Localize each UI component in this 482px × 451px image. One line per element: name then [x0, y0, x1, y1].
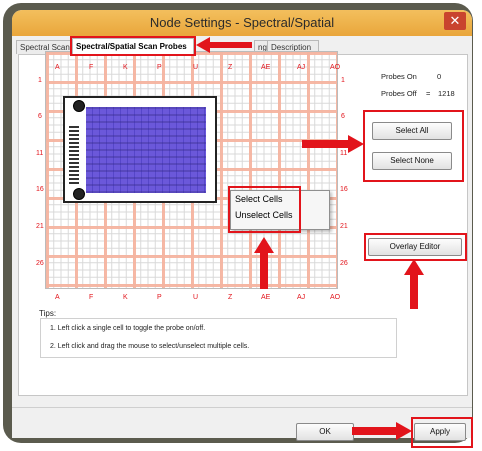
col-label: K [123, 294, 128, 301]
arrow-icon [254, 237, 274, 289]
circuit-board-overlay [63, 96, 217, 203]
tip-line: 1. Left click a single cell to toggle th… [50, 325, 206, 332]
highlight-box-context-menu [228, 186, 301, 233]
selected-probe-region [86, 107, 206, 193]
col-label: Z [228, 294, 233, 301]
col-label: AE [261, 64, 271, 71]
col-label: AJ [297, 64, 306, 71]
probes-off-label: Probes Off [381, 89, 417, 98]
row-label: 11 [36, 150, 44, 157]
row-label: 16 [340, 186, 348, 193]
probes-off-value: 1218 [438, 89, 455, 98]
col-label: P [157, 294, 162, 301]
screw-icon [73, 188, 85, 200]
window-title: Node Settings - Spectral/Spatial [149, 15, 335, 30]
col-label: AE [261, 294, 271, 301]
probes-on-label: Probes On [381, 72, 417, 81]
col-label: AO [330, 64, 341, 71]
board-text-strip [69, 124, 79, 184]
col-label: U [193, 294, 199, 301]
col-label: Z [228, 64, 233, 71]
close-icon[interactable]: ✕ [444, 12, 466, 30]
row-label: 6 [38, 113, 42, 120]
col-label: AO [330, 294, 341, 301]
arrow-icon [352, 422, 412, 440]
arrow-icon [404, 259, 424, 309]
col-label: K [123, 64, 128, 71]
col-label: F [89, 64, 94, 71]
tips-box [40, 318, 397, 358]
highlight-box-overlay-editor [364, 233, 467, 261]
col-label: P [157, 64, 162, 71]
tab-spectral-spatial-scan-probes[interactable]: Spectral/Spatial Scan Probes [70, 36, 196, 56]
row-label: 26 [340, 260, 348, 267]
row-label: 26 [36, 260, 44, 267]
tip-line: 2. Left click and drag the mouse to sele… [50, 343, 250, 350]
row-label: 21 [36, 223, 44, 230]
probes-off-equals: = [426, 89, 431, 98]
row-label: 6 [341, 113, 345, 120]
arrow-icon [302, 135, 364, 153]
probes-on-value: 0 [437, 72, 442, 81]
row-label: 21 [340, 223, 348, 230]
highlight-box-apply [411, 417, 473, 448]
tips-label: Tips: [39, 309, 57, 318]
screw-icon [73, 100, 85, 112]
col-label: AJ [297, 294, 306, 301]
row-label: 1 [38, 77, 42, 84]
ok-button[interactable]: OK [296, 423, 354, 441]
col-label: F [89, 294, 94, 301]
highlight-box-select [363, 110, 464, 182]
col-label: A [55, 294, 60, 301]
row-label: 16 [36, 186, 44, 193]
title-bar: Node Settings - Spectral/Spatial ✕ [12, 10, 472, 36]
row-label: 1 [341, 77, 345, 84]
col-label: A [55, 64, 60, 71]
arrow-icon [196, 37, 252, 53]
col-label: U [193, 64, 199, 71]
